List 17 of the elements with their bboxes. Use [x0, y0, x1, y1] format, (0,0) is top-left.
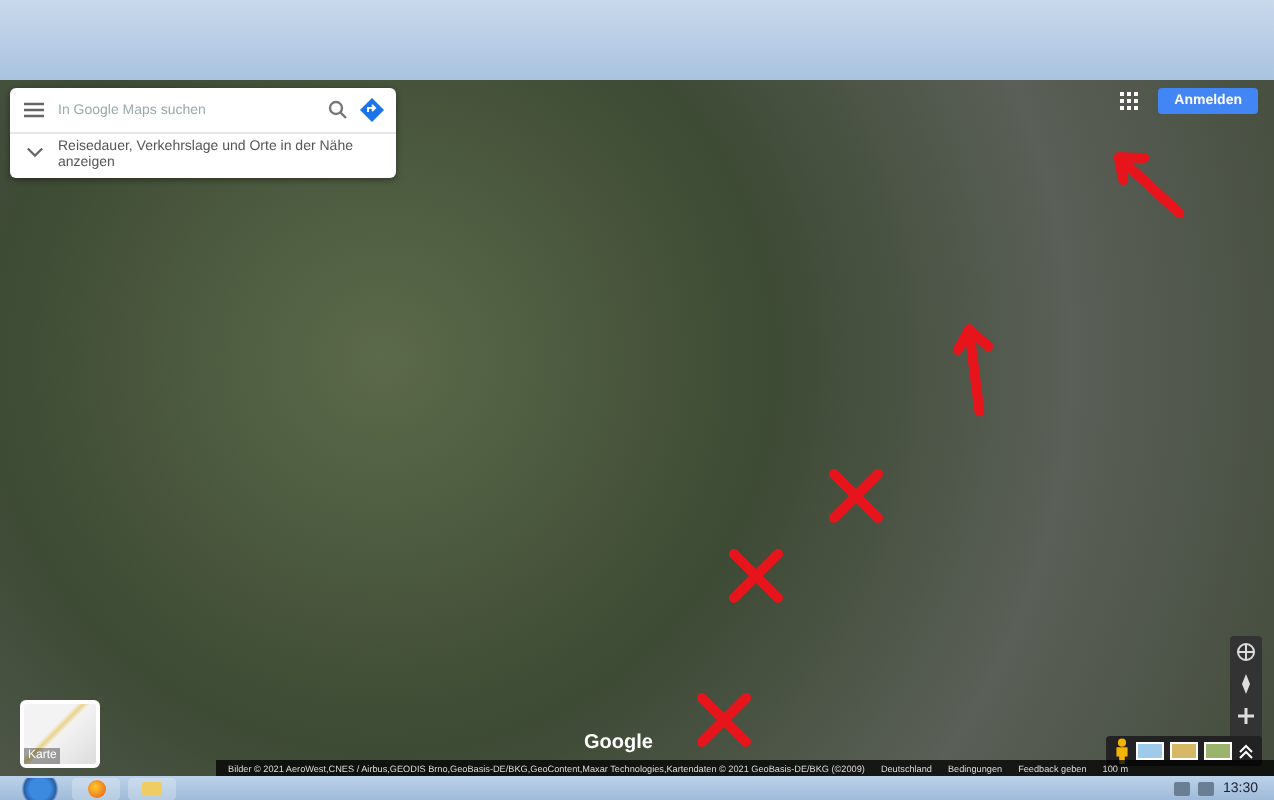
cross-mark	[728, 548, 784, 604]
imagery-tile-icon[interactable]	[1204, 742, 1232, 760]
search-icon[interactable]	[328, 100, 348, 120]
apps-grid-icon[interactable]	[1120, 92, 1139, 110]
imagery-tile-icon[interactable]	[1136, 742, 1164, 760]
expand-icon[interactable]	[1238, 743, 1254, 759]
cross-mark	[696, 692, 752, 748]
imagery-tile-icon[interactable]	[1170, 742, 1198, 760]
start-button[interactable]	[16, 777, 64, 799]
google-logo: Google	[584, 732, 653, 754]
compass-icon[interactable]	[1236, 674, 1256, 694]
cross-mark	[828, 468, 884, 524]
pegman-icon[interactable]	[1114, 738, 1130, 764]
chevron-down-icon[interactable]	[26, 146, 44, 158]
directions-icon[interactable]	[360, 98, 384, 122]
zoom-in-icon[interactable]	[1236, 706, 1256, 726]
menu-icon[interactable]	[22, 100, 46, 120]
